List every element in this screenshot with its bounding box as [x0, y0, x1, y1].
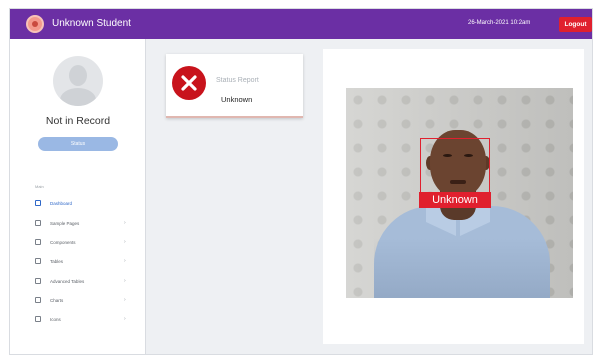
sidebar: Not in Record Status Main Dashboard Samp…: [10, 39, 146, 354]
status-report-card: Status Report Unknown: [166, 54, 303, 118]
sidebar-item-icons[interactable]: Icons ›: [35, 315, 130, 325]
advanced-table-icon: [35, 278, 41, 284]
camera-feed: Unknown: [346, 88, 573, 298]
chevron-right-icon: ›: [124, 239, 126, 245]
avatar: [53, 56, 103, 106]
app-window: Unknown Student 26-March-2021 10:2am Log…: [9, 8, 593, 355]
profile-status-button[interactable]: Status: [38, 137, 118, 151]
sidebar-item-components[interactable]: Components ›: [35, 238, 130, 248]
sidebar-item-dashboard[interactable]: Dashboard: [35, 199, 130, 209]
sidebar-item-label: Dashboard: [50, 201, 73, 206]
error-x-icon: [172, 66, 206, 100]
nav-heading: Main: [35, 184, 44, 189]
chevron-right-icon: ›: [124, 316, 126, 322]
sidebar-item-label: Components: [50, 240, 76, 245]
sidebar-item-label: Icons: [50, 317, 61, 322]
table-icon: [35, 258, 41, 264]
sidebar-item-label: Sample Pages: [50, 221, 80, 226]
face-detection-box: [420, 138, 490, 194]
datetime-display: 26-March-2021 10:2am: [468, 20, 531, 26]
pages-icon: [35, 220, 41, 226]
chevron-right-icon: ›: [124, 258, 126, 264]
logout-button[interactable]: Logout: [559, 17, 592, 32]
chevron-right-icon: ›: [124, 220, 126, 226]
sidebar-item-label: Tables: [50, 259, 64, 264]
sidebar-item-label: Advanced Tables: [50, 279, 85, 284]
app-title: Unknown Student: [52, 18, 131, 29]
sidebar-item-sample-pages[interactable]: Sample Pages ›: [35, 219, 130, 229]
dashboard-icon: [35, 200, 41, 206]
status-report-title: Status Report: [216, 77, 259, 84]
camera-panel: Unknown: [323, 49, 584, 344]
icons-icon: [35, 316, 41, 322]
chevron-right-icon: ›: [124, 297, 126, 303]
sidebar-item-label: Charts: [50, 298, 64, 303]
components-icon: [35, 239, 41, 245]
top-bar: Unknown Student 26-March-2021 10:2am Log…: [10, 9, 592, 39]
sidebar-item-charts[interactable]: Charts ›: [35, 296, 130, 306]
brand-logo-icon: [26, 15, 44, 33]
chevron-right-icon: ›: [124, 278, 126, 284]
record-status-text: Not in Record: [45, 115, 111, 127]
status-report-value: Unknown: [221, 95, 253, 104]
sidebar-item-tables[interactable]: Tables ›: [35, 257, 130, 267]
face-detection-label: Unknown: [419, 192, 491, 208]
sidebar-item-advanced-tables[interactable]: Advanced Tables ›: [35, 277, 130, 287]
chart-icon: [35, 297, 41, 303]
